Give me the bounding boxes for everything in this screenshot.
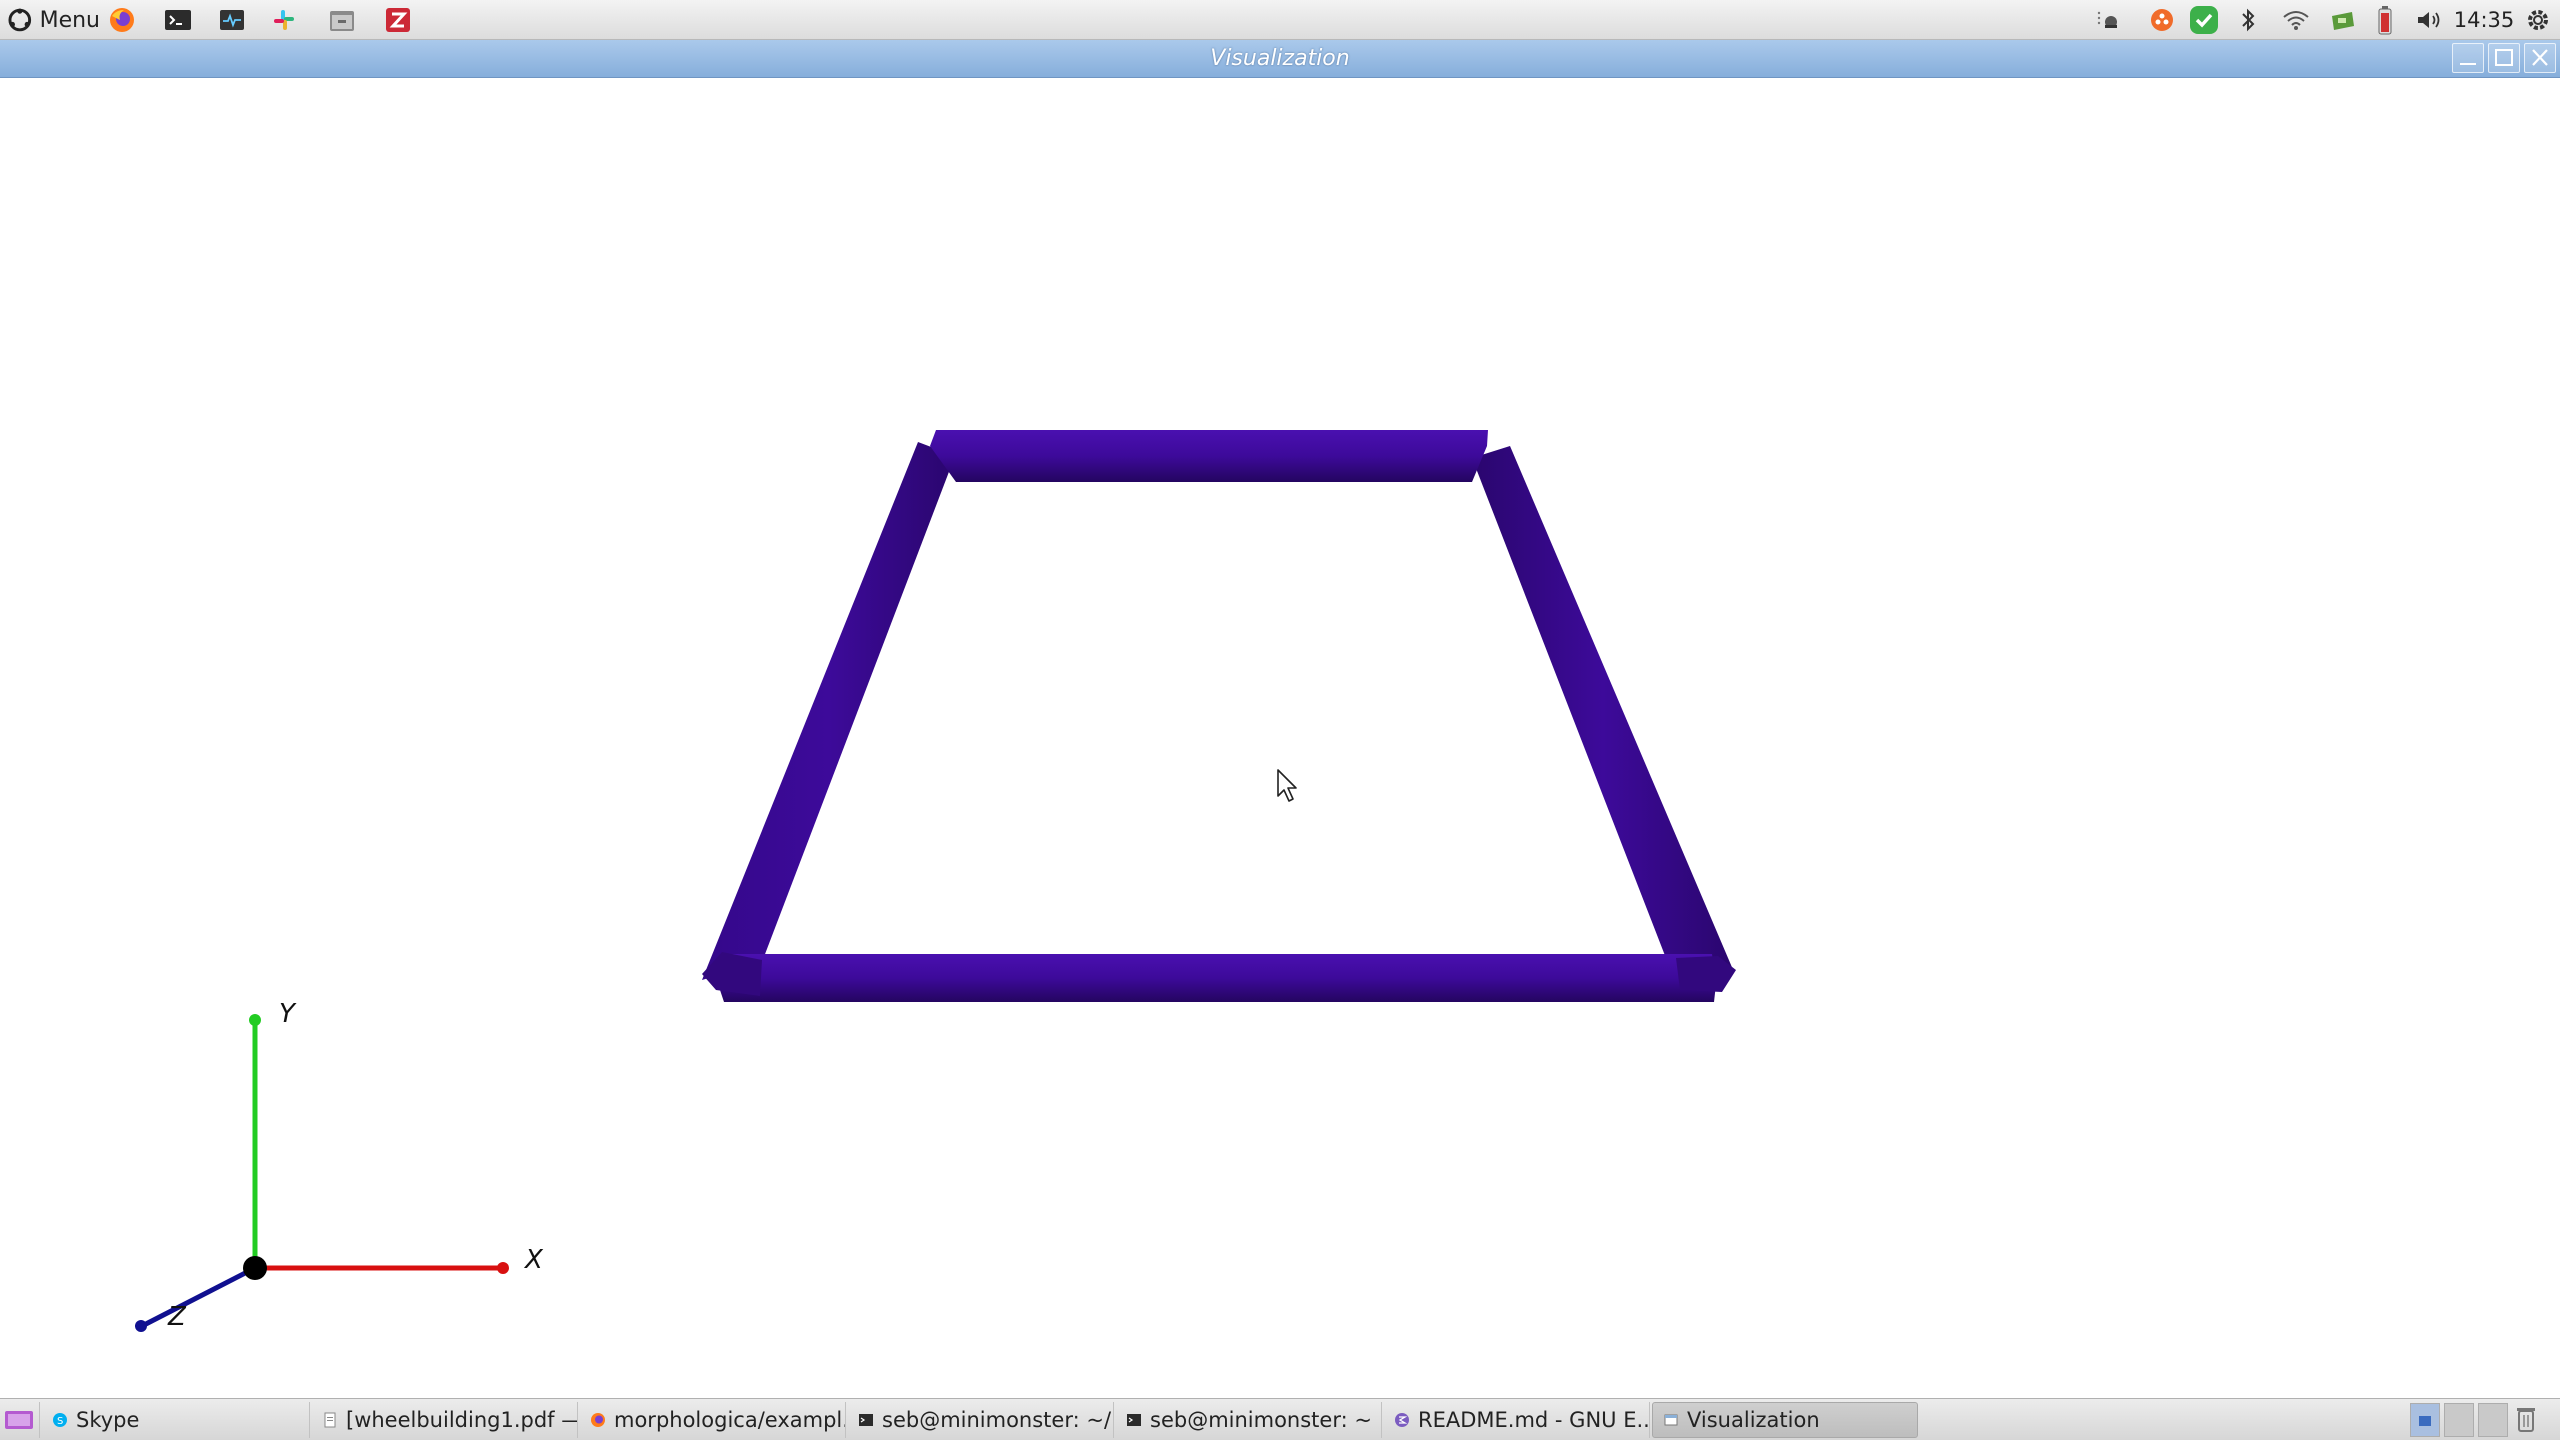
volume-icon: [2418, 12, 2440, 28]
check-shield-icon: [2190, 6, 2218, 34]
z-axis-tip: [135, 1320, 147, 1332]
tray-app[interactable]: [2146, 4, 2178, 36]
maximize-icon: [2495, 49, 2513, 66]
firefox-launcher[interactable]: [104, 4, 140, 36]
y-axis-label: Y: [279, 999, 297, 1029]
maximize-button[interactable]: [2488, 43, 2520, 73]
clock: 14:35: [2453, 8, 2515, 32]
tray-settings[interactable]: [2522, 4, 2554, 36]
battery-icon: [2378, 6, 2392, 35]
close-button[interactable]: [2524, 43, 2556, 73]
slack-icon: [274, 10, 294, 30]
tray-network[interactable]: [2326, 4, 2360, 36]
task-label: seb@minimonster: ~: [1150, 1408, 1372, 1432]
task-visualization[interactable]: Visualization: [1652, 1402, 1918, 1438]
wifi-icon: [2283, 11, 2309, 30]
show-desktop-icon: [5, 1411, 33, 1429]
x-axis-tip: [497, 1262, 509, 1274]
system-monitor-launcher[interactable]: [214, 4, 250, 36]
workspace-2[interactable]: [2444, 1403, 2474, 1437]
axes-origin: [243, 1256, 267, 1280]
menu-label: Menu: [39, 7, 100, 33]
task-firefox[interactable]: morphologica/exampl...: [580, 1402, 846, 1438]
tray-bluetooth[interactable]: [2236, 4, 2260, 36]
terminal-icon: [859, 1414, 873, 1426]
network-card-icon: [2332, 12, 2354, 30]
task-emacs[interactable]: README.md - GNU E...: [1384, 1402, 1650, 1438]
slack-launcher[interactable]: [266, 4, 302, 36]
top-panel: Menu 14:35: [0, 0, 2560, 40]
close-icon: [2532, 49, 2548, 66]
coordinate-axes: Y X Z: [135, 999, 544, 1332]
terminal-icon: [1127, 1414, 1141, 1426]
trapezoid-frame: [702, 430, 1736, 1002]
task-pdf-viewer[interactable]: [wheelbuilding1.pdf —...: [312, 1402, 578, 1438]
minimize-icon: [2460, 63, 2476, 65]
frame-right-edge: [1472, 446, 1734, 984]
menu-button[interactable]: Menu: [2, 2, 100, 38]
terminal-launcher[interactable]: [160, 4, 196, 36]
tray-battery[interactable]: [2372, 4, 2398, 36]
task-label: seb@minimonster: ~/...: [882, 1408, 1114, 1432]
zotero-icon: [386, 8, 410, 32]
y-axis-tip: [249, 1014, 261, 1026]
system-monitor-icon: [220, 10, 244, 30]
z-axis: [140, 1265, 257, 1329]
firefox-icon: [110, 8, 134, 32]
show-desktop-button[interactable]: [0, 1402, 40, 1438]
svg-text:S: S: [57, 1416, 63, 1427]
task-label: Skype: [76, 1408, 140, 1432]
gear-icon: [2528, 10, 2548, 30]
tray-wifi[interactable]: [2280, 4, 2312, 36]
window-title: Visualization: [1210, 46, 1350, 71]
window-icon: [1664, 1414, 1678, 1426]
emacs-icon: [1395, 1413, 1409, 1427]
workspace-window-icon: [2419, 1416, 2431, 1426]
task-terminal-1[interactable]: seb@minimonster: ~/...: [848, 1402, 1114, 1438]
frame-bottom-edge: [718, 954, 1716, 1002]
trash-icon: [2517, 1408, 2535, 1432]
z-axis-label: Z: [167, 1302, 187, 1332]
taskbar: S Skype [wheelbuilding1.pdf —... morphol…: [0, 1398, 2560, 1440]
window-titlebar[interactable]: Visualization: [0, 40, 2560, 78]
drive-icon: [2097, 11, 2117, 28]
workspace-3[interactable]: [2478, 1403, 2508, 1437]
frame-top-edge: [930, 430, 1488, 482]
task-terminal-2[interactable]: seb@minimonster: ~: [1116, 1402, 1382, 1438]
document-icon: [324, 1412, 336, 1428]
frame-left-edge: [702, 442, 955, 980]
task-label: [wheelbuilding1.pdf —...: [346, 1408, 578, 1432]
x-axis-label: X: [523, 1245, 544, 1275]
orange-app-icon: [2151, 9, 2173, 31]
tray-volume[interactable]: [2414, 4, 2444, 36]
minimize-button[interactable]: [2452, 43, 2484, 73]
trash-button[interactable]: [2512, 1403, 2542, 1437]
zotero-launcher[interactable]: [380, 4, 416, 36]
file-manager-launcher[interactable]: [324, 4, 360, 36]
task-label: README.md - GNU E...: [1418, 1408, 1650, 1432]
bluetooth-icon: [2242, 8, 2255, 32]
task-skype[interactable]: S Skype: [42, 1402, 310, 1438]
mouse-cursor-icon: [1277, 769, 1297, 802]
task-label: Visualization: [1687, 1408, 1820, 1432]
tray-indicator[interactable]: [2090, 4, 2130, 36]
workspace-1[interactable]: [2410, 1403, 2440, 1437]
terminal-icon: [165, 10, 191, 30]
task-label: morphologica/exampl...: [614, 1408, 846, 1432]
skype-icon: S: [53, 1413, 67, 1427]
tray-update[interactable]: [2186, 4, 2222, 36]
firefox-icon: [591, 1413, 605, 1427]
file-manager-icon: [330, 11, 354, 31]
visualization-canvas[interactable]: Y X Z: [0, 78, 2560, 1398]
ubuntu-logo-icon: [8, 8, 32, 32]
clock-area[interactable]: 14:35: [2452, 4, 2516, 36]
